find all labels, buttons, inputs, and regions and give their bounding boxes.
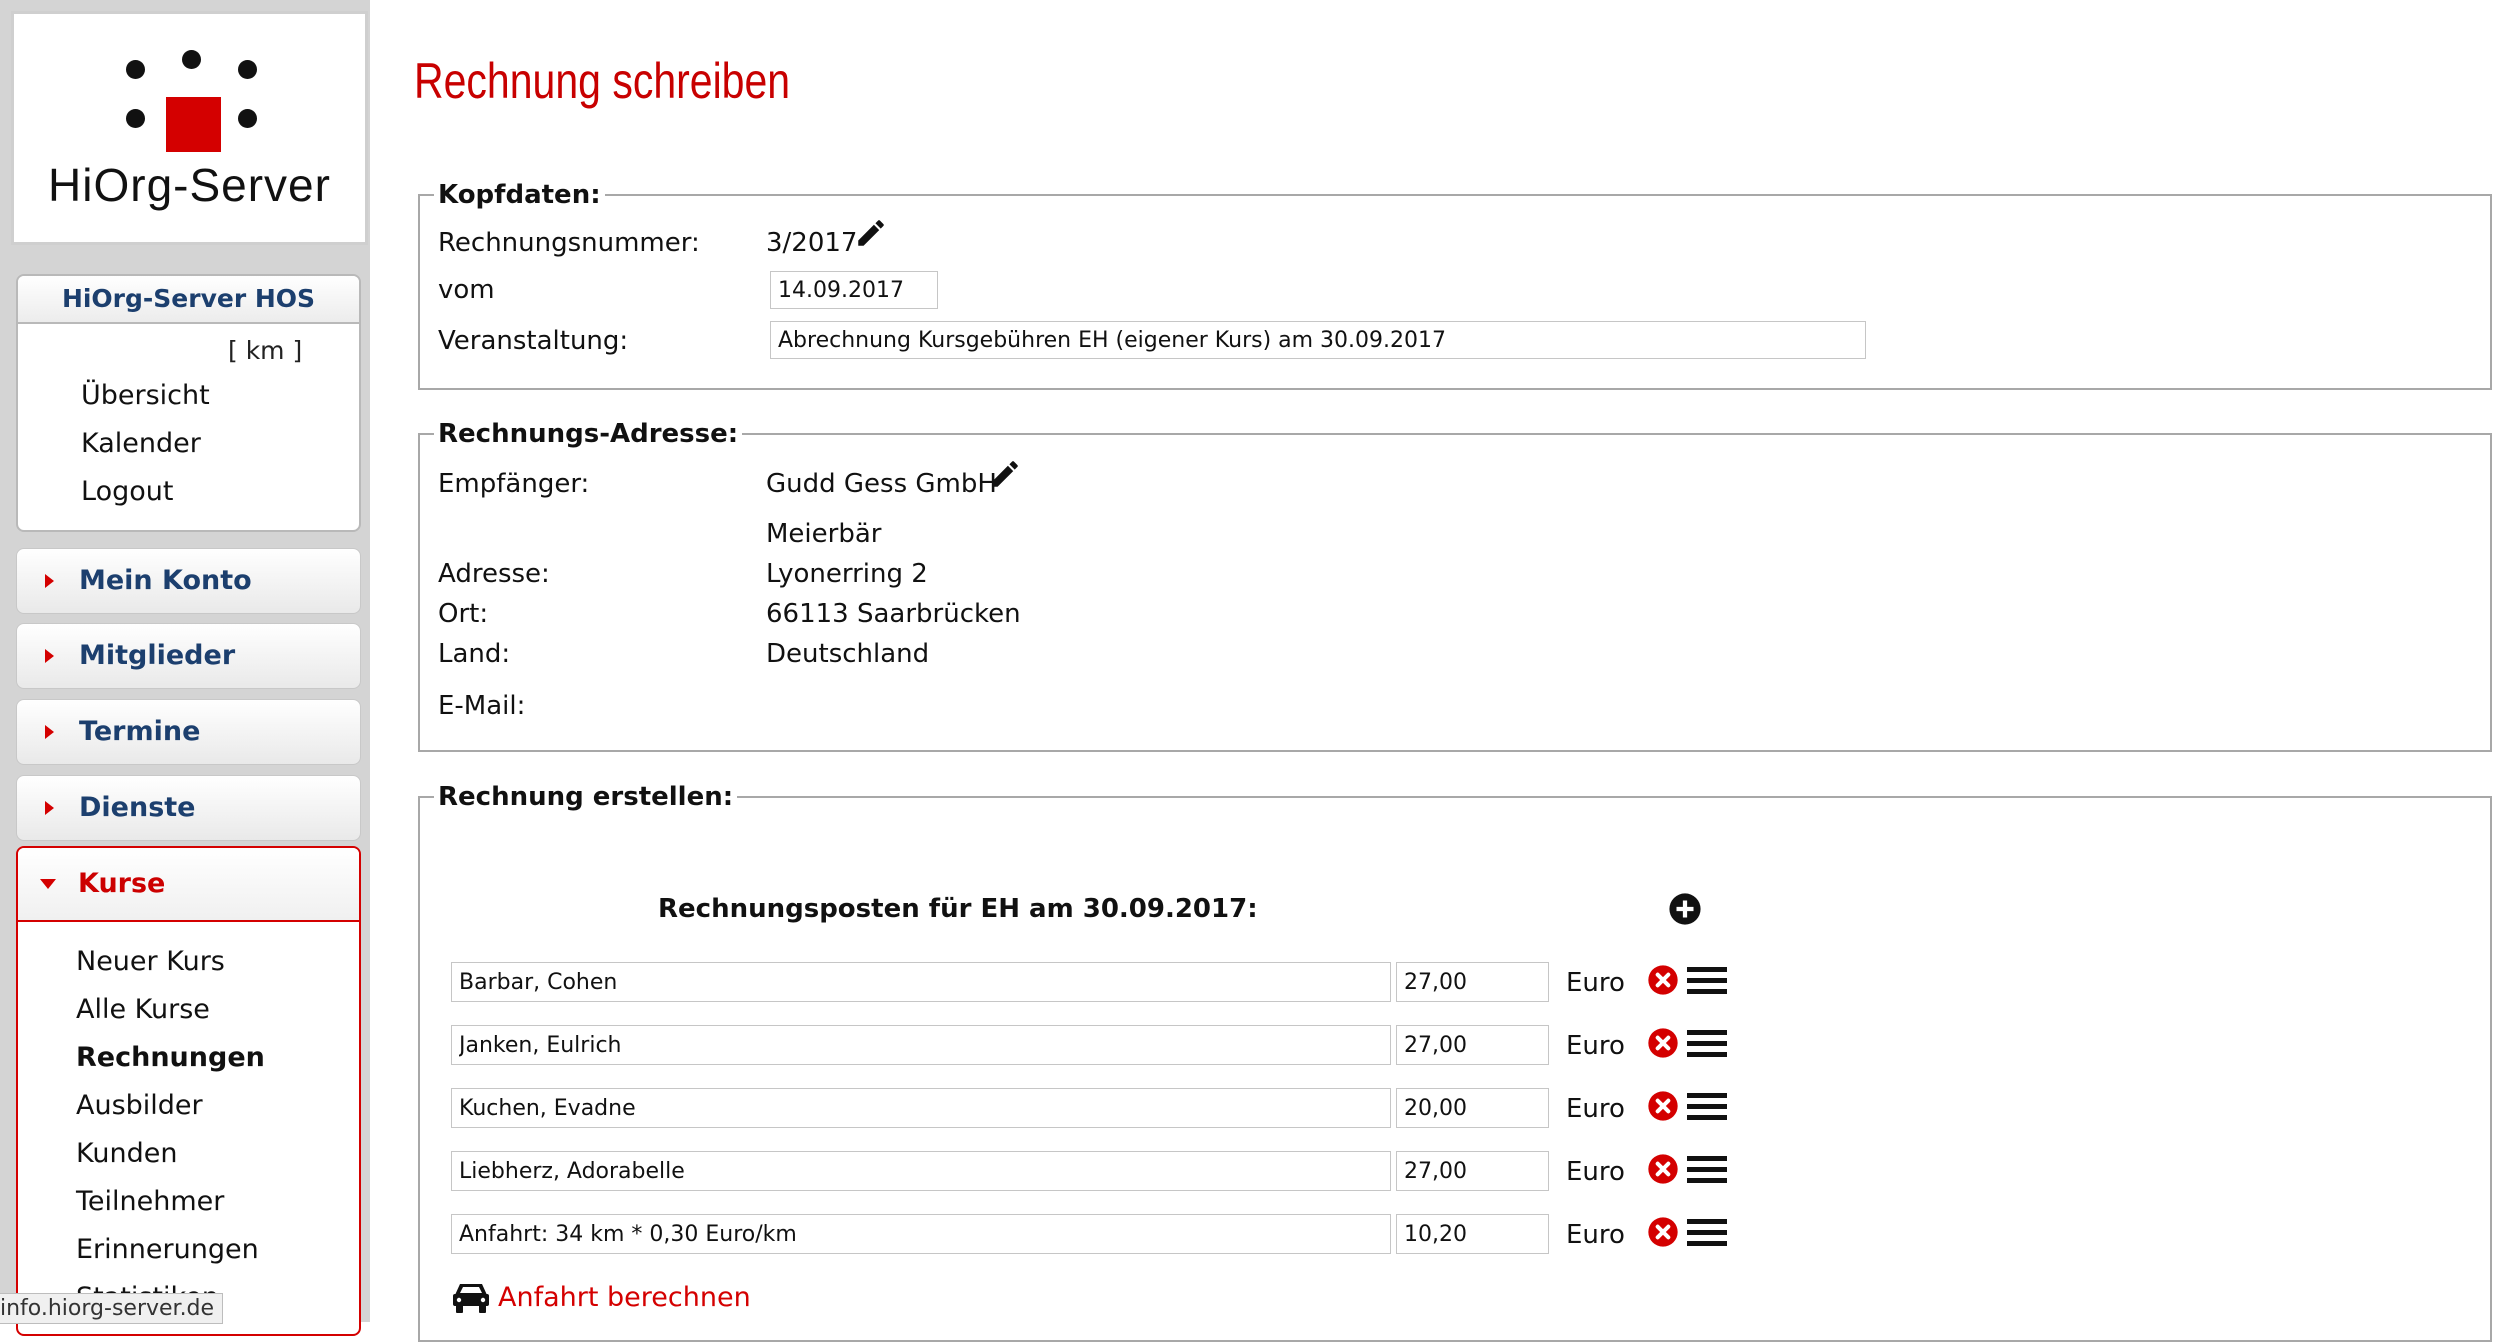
ort-label: Ort: bbox=[438, 599, 489, 629]
currency-label: Euro bbox=[1566, 1031, 1625, 1061]
currency-label: Euro bbox=[1566, 1220, 1625, 1250]
nav-label: Termine bbox=[79, 716, 201, 747]
sub-teilnehmer[interactable]: Teilnehmer bbox=[76, 1186, 224, 1217]
link-kalender[interactable]: Kalender bbox=[81, 428, 201, 459]
posten-amount-input[interactable] bbox=[1396, 1151, 1549, 1191]
posten-text-input[interactable] bbox=[451, 1151, 1391, 1191]
datum-input[interactable] bbox=[770, 271, 938, 309]
sub-alle-kurse[interactable]: Alle Kurse bbox=[76, 994, 210, 1025]
empfaenger-label: Empfänger: bbox=[438, 469, 590, 499]
posten-title: Rechnungsposten für EH am 30.09.2017: bbox=[658, 894, 1258, 924]
empfaenger-zusatz: Meierbär bbox=[766, 519, 882, 549]
triangle-right-icon bbox=[45, 801, 54, 815]
nav-label: Mitglieder bbox=[79, 640, 236, 671]
delete-x-icon[interactable] bbox=[1647, 964, 1679, 996]
posten-amount-input[interactable] bbox=[1396, 1025, 1549, 1065]
empfaenger-value: Gudd Gess GmbH bbox=[766, 469, 997, 499]
delete-x-icon[interactable] bbox=[1647, 1027, 1679, 1059]
link-uebersicht[interactable]: Übersicht bbox=[81, 380, 210, 411]
posten-text-input[interactable] bbox=[451, 962, 1391, 1002]
posten-amount-input[interactable] bbox=[1396, 962, 1549, 1002]
nav-label: Mein Konto bbox=[79, 565, 252, 596]
logo[interactable]: HiOrg-Server bbox=[11, 11, 368, 245]
nav-mein-konto[interactable]: Mein Konto bbox=[16, 548, 361, 614]
sidebar: HiOrg-Server HiOrg-Server HOS [ km ] Übe… bbox=[0, 0, 370, 1336]
kopfdaten-content: Rechnungsnummer: 3/2017 vom Veranstaltun… bbox=[418, 180, 2492, 390]
drag-handle-icon[interactable] bbox=[1687, 1092, 1727, 1122]
sub-neuer-kurs[interactable]: Neuer Kurs bbox=[76, 946, 225, 977]
posten-text-input[interactable] bbox=[451, 1025, 1391, 1065]
posten-text-input[interactable] bbox=[451, 1214, 1391, 1254]
posten-amount-input[interactable] bbox=[1396, 1088, 1549, 1128]
drag-handle-icon[interactable] bbox=[1687, 966, 1727, 996]
sub-erinnerungen[interactable]: Erinnerungen bbox=[76, 1234, 259, 1265]
veranstaltung-input[interactable] bbox=[770, 321, 1866, 359]
nav-kurse-group: Kurse Neuer Kurs Alle Kurse Rechnungen A… bbox=[16, 846, 361, 1336]
posten-amount-input[interactable] bbox=[1396, 1214, 1549, 1254]
logo-square bbox=[166, 97, 221, 152]
car-icon bbox=[453, 1284, 489, 1313]
logo-text: HiOrg-Server bbox=[48, 159, 331, 211]
sub-rechnungen[interactable]: Rechnungen bbox=[76, 1042, 265, 1073]
org-box: HiOrg-Server HOS [ km ] Übersicht Kalend… bbox=[16, 274, 361, 532]
nav-mitglieder[interactable]: Mitglieder bbox=[16, 623, 361, 689]
logo-dot bbox=[126, 109, 145, 128]
nav-kurse[interactable]: Kurse bbox=[18, 848, 359, 922]
drag-handle-icon[interactable] bbox=[1687, 1029, 1727, 1059]
adresse-content: Empfänger: Gudd Gess GmbH Meierbär Adres… bbox=[418, 419, 2492, 752]
triangle-right-icon bbox=[45, 725, 54, 739]
triangle-right-icon bbox=[45, 649, 54, 663]
land-label: Land: bbox=[438, 639, 511, 669]
rechnungsnummer-value: 3/2017 bbox=[766, 228, 858, 258]
vom-label: vom bbox=[438, 275, 495, 305]
land-value: Deutschland bbox=[766, 639, 930, 669]
nav-dienste[interactable]: Dienste bbox=[16, 775, 361, 841]
posten-text-input[interactable] bbox=[451, 1088, 1391, 1128]
rechnungsnummer-label: Rechnungsnummer: bbox=[438, 228, 700, 258]
add-item-plus-icon[interactable] bbox=[1668, 892, 1702, 926]
nav-label: Dienste bbox=[79, 792, 196, 823]
anfahrt-label: Anfahrt berechnen bbox=[498, 1282, 751, 1313]
sub-ausbilder[interactable]: Ausbilder bbox=[76, 1090, 203, 1121]
delete-x-icon[interactable] bbox=[1647, 1216, 1679, 1248]
drag-handle-icon[interactable] bbox=[1687, 1218, 1727, 1248]
edit-pencil-icon[interactable] bbox=[988, 457, 1022, 491]
rechnung-content: Rechnungsposten für EH am 30.09.2017: Eu… bbox=[418, 782, 2492, 1322]
logo-dot bbox=[182, 50, 201, 69]
status-bar-url: info.hiorg-server.de bbox=[0, 1293, 224, 1324]
logo-dot bbox=[238, 60, 257, 79]
currency-label: Euro bbox=[1566, 968, 1625, 998]
currency-label: Euro bbox=[1566, 1157, 1625, 1187]
link-logout[interactable]: Logout bbox=[81, 476, 173, 507]
adresse-label: Adresse: bbox=[438, 559, 550, 589]
org-short: [ km ] bbox=[228, 336, 303, 365]
adresse-value: Lyonerring 2 bbox=[766, 559, 928, 589]
delete-x-icon[interactable] bbox=[1647, 1090, 1679, 1122]
ort-value: 66113 Saarbrücken bbox=[766, 599, 1021, 629]
triangle-down-icon bbox=[40, 879, 56, 889]
sub-kunden[interactable]: Kunden bbox=[76, 1138, 177, 1169]
nav-termine[interactable]: Termine bbox=[16, 699, 361, 765]
logo-dot bbox=[238, 109, 257, 128]
triangle-right-icon bbox=[45, 574, 54, 588]
delete-x-icon[interactable] bbox=[1647, 1153, 1679, 1185]
currency-label: Euro bbox=[1566, 1094, 1625, 1124]
logo-dot bbox=[126, 60, 145, 79]
page-title: Rechnung schreiben bbox=[414, 53, 791, 109]
org-title: HiOrg-Server HOS bbox=[18, 276, 359, 324]
edit-pencil-icon[interactable] bbox=[854, 216, 888, 250]
drag-handle-icon[interactable] bbox=[1687, 1155, 1727, 1185]
nav-label: Kurse bbox=[78, 868, 166, 899]
email-label: E-Mail: bbox=[438, 691, 526, 721]
veranstaltung-label: Veranstaltung: bbox=[438, 326, 629, 356]
